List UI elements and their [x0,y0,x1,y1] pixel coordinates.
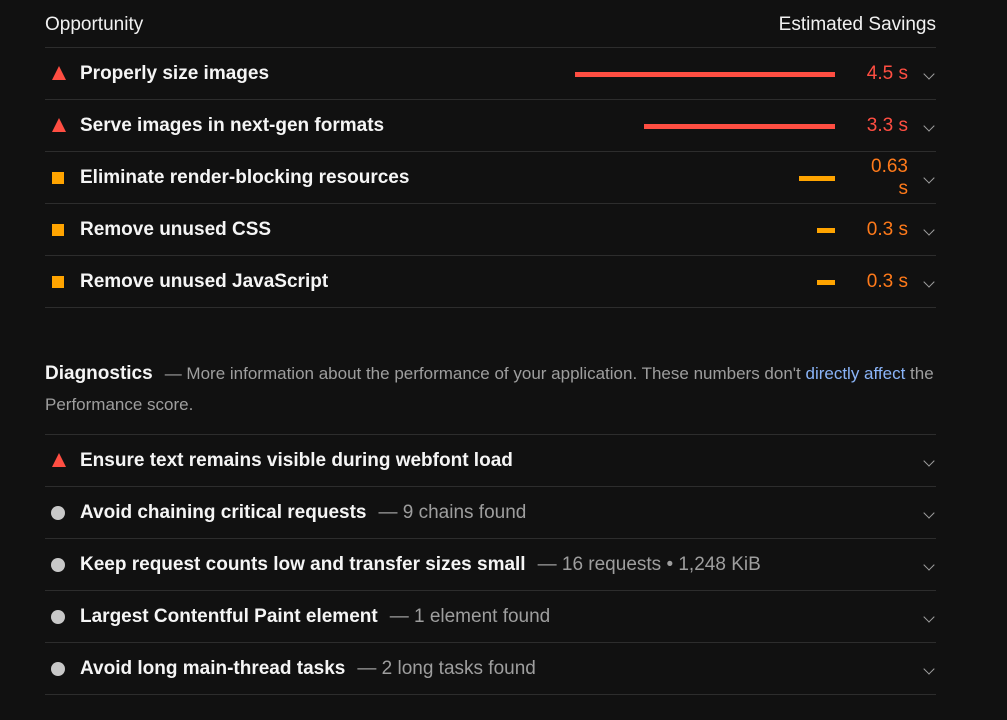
savings-value: 3.3 s [866,115,908,136]
chevron-down-icon[interactable] [923,507,935,519]
severity-icon-wrap [45,487,80,539]
opportunity-row[interactable]: Serve images in next-gen formats 3.3 s [45,100,936,152]
savings-value: 0.3 s [866,271,908,292]
lighthouse-report: Opportunity Estimated Savings Properly s… [45,0,936,695]
severity-icon-wrap [45,48,80,100]
savings-bar-track [575,175,835,181]
opportunity-row[interactable]: Eliminate render-blocking resources 0.63 … [45,152,936,204]
opportunity-title: Serve images in next-gen formats [80,114,385,136]
savings-bar [644,123,835,129]
savings-bar-track [575,123,835,129]
opportunity-list: Properly size images 4.5 s Serve images in… [45,48,936,308]
diagnostic-title: Keep request counts low and transfer siz… [80,553,526,575]
diagnostic-row[interactable]: Keep request counts low and transfer siz… [45,539,936,591]
estimated-savings-heading: Estimated Savings [778,13,936,35]
triangle-warning-icon [52,452,66,467]
circle-icon [51,661,65,676]
circle-icon [51,609,65,624]
savings-bar-track [575,71,835,77]
diagnostic-title: Largest Contentful Paint element [80,605,378,627]
diagnostic-detail: — 16 requests • 1,248 KiB [537,553,761,575]
opportunity-row[interactable]: Remove unused JavaScript 0.3 s [45,256,936,308]
diagnostics-title: Diagnostics [45,363,153,384]
diagnostics-header: Diagnostics — More information about the … [45,358,936,435]
diagnostic-row[interactable]: Largest Contentful Paint element — 1 elem… [45,591,936,643]
savings-bar-track [575,279,835,285]
savings-bar [799,175,835,181]
savings-group: 3.3 s [575,100,936,152]
severity-icon-wrap [45,591,80,643]
diagnostic-title: Ensure text remains visible during webfo… [80,449,513,471]
diagnostics-list: Ensure text remains visible during webfo… [45,435,936,695]
savings-value: 0.63 s [871,156,908,199]
opportunity-row[interactable]: Remove unused CSS 0.3 s [45,204,936,256]
diagnostic-detail: — 9 chains found [378,501,527,523]
opportunity-row[interactable]: Properly size images 4.5 s [45,48,936,100]
diagnostic-title: Avoid chaining critical requests [80,501,367,523]
severity-icon-wrap [45,643,80,695]
savings-bar-track [575,227,835,233]
opportunity-title: Eliminate render-blocking resources [80,166,410,188]
savings-bar [817,227,835,233]
circle-icon [51,505,65,520]
diagnostic-detail: — 1 element found [389,605,551,627]
severity-icon-wrap [45,256,80,308]
triangle-warning-icon [52,65,66,80]
savings-group: 4.5 s [575,48,936,100]
opportunity-title: Remove unused JavaScript [80,270,329,292]
savings-group: 0.63 s [575,152,936,204]
savings-group: 0.3 s [575,256,936,308]
diagnostic-title: Avoid long main-thread tasks [80,657,346,679]
chevron-down-icon[interactable] [923,611,935,623]
directly-affect-link[interactable]: directly affect [805,364,905,383]
diagnostic-detail: — 2 long tasks found [357,657,536,679]
severity-icon-wrap [45,204,80,256]
severity-icon-wrap [45,539,80,591]
opportunity-title: Remove unused CSS [80,218,272,240]
savings-value: 4.5 s [866,63,908,84]
square-icon [52,171,64,184]
opportunity-header: Opportunity Estimated Savings [45,0,936,48]
opportunity-heading: Opportunity [45,13,144,35]
severity-icon-wrap [45,152,80,204]
savings-group: 0.3 s [575,204,936,256]
diagnostic-row[interactable]: Ensure text remains visible during webfo… [45,435,936,487]
diagnostic-row[interactable]: Avoid chaining critical requests — 9 chai… [45,487,936,539]
severity-icon-wrap [45,100,80,152]
chevron-down-icon[interactable] [923,559,935,571]
circle-icon [51,557,65,572]
triangle-warning-icon [52,117,66,132]
chevron-down-icon[interactable] [923,455,935,467]
savings-bar [575,71,835,77]
diagnostic-row[interactable]: Avoid long main-thread tasks — 2 long tas… [45,643,936,695]
severity-icon-wrap [45,435,80,487]
diagnostics-description: — More information about the performance… [164,364,806,383]
square-icon [52,275,64,288]
opportunity-title: Properly size images [80,62,270,84]
square-icon [52,223,64,236]
chevron-down-icon[interactable] [923,663,935,675]
savings-bar [817,279,835,285]
savings-value: 0.3 s [866,219,908,240]
